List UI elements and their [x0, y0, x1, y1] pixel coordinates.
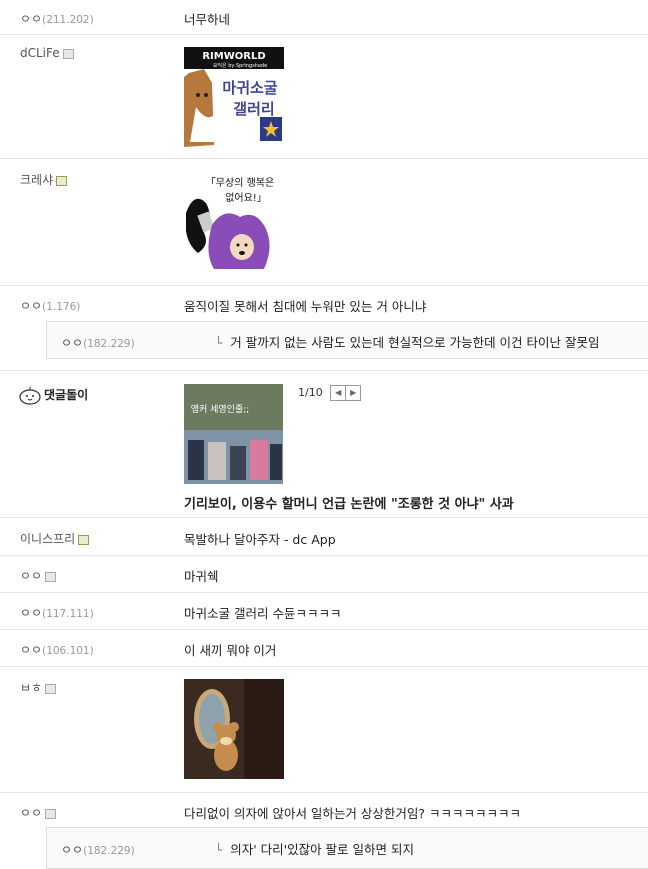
image-caption: RIMWORLD — [202, 51, 265, 62]
comment-row: ㅇㅇ(1.176) 움직이질 못해서 침대에 누워만 있는 거 아니냐 ㅇㅇ(1… — [0, 286, 648, 371]
fixed-nick-icon — [45, 808, 57, 819]
reply-text: └ 의자' 다리'있잖아 팔로 일하면 되지 — [215, 842, 415, 857]
comment-ip: (106.101) — [42, 645, 94, 657]
comment-ip: (211.202) — [42, 14, 94, 26]
fixed-nick-icon — [78, 534, 90, 545]
news-thumbnail[interactable]: 앵커 세영인줄;; — [184, 384, 283, 484]
comment-nick[interactable]: ㅇㅇ(117.111) — [20, 604, 94, 621]
comment-text: 이 새끼 뭐야 이거 — [184, 643, 277, 658]
news-title[interactable]: 기리보이, 이용수 할머니 언급 논란에 "조롱한 것 아냐" 사과 — [184, 493, 514, 512]
comment-nick[interactable]: ㅂㅎ — [20, 679, 57, 696]
comment-row: 이니스프리 목발하나 달아주자 - dc App — [0, 518, 648, 556]
comment-nick[interactable]: ㅇㅇ(211.202) — [20, 10, 94, 27]
comment-text: 마귀쉑 — [184, 569, 219, 584]
reply-nick[interactable]: ㅇㅇ(182.229) — [61, 334, 135, 351]
prev-icon[interactable]: ◀ — [330, 385, 347, 401]
comment-nick[interactable]: ㅇㅇ(106.101) — [20, 641, 94, 658]
comment-nick[interactable]: ㅇㅇ — [20, 567, 57, 584]
reply-box: ㅇㅇ(182.229) └ 거 팔까지 없는 사람도 있는데 현실적으로 가능한데… — [46, 321, 648, 359]
comment-row: ㅇㅇ(106.101) 이 새끼 뭐야 이거 — [0, 630, 648, 667]
reply-box: ㅇㅇ(182.229) └ 의자' 다리'있잖아 팔로 일하면 되지 — [46, 827, 648, 869]
dccon-image[interactable]: 「무상의 행복은 없어요!」 — [184, 173, 284, 273]
fixed-nick-icon — [45, 683, 57, 694]
image-text: 없어요!」 — [225, 191, 267, 204]
fixed-nick-icon — [56, 175, 68, 186]
comment-nick[interactable]: 댓글돌이 — [18, 386, 88, 405]
image-text: 「무상의 행복은 — [206, 177, 274, 189]
comment-nick[interactable]: dCLiFe — [20, 46, 74, 60]
comment-nick[interactable]: ㅇㅇ — [20, 804, 57, 821]
comment-text: 너무하네 — [184, 12, 231, 27]
comment-row: ㅇㅇ(211.202) 너무하네 — [0, 0, 648, 35]
comment-nick[interactable]: 이니스프리 — [20, 530, 90, 547]
comment-row: 크레샤 「무상의 행복은 없어요!」 — [0, 159, 648, 286]
comment-row: dCLiFe RIMWORLD 요익은 by Springshade 마귀소굴 … — [0, 35, 648, 159]
comment-ip: (117.111) — [42, 608, 94, 620]
comment-nick[interactable]: 크레샤 — [20, 171, 68, 188]
bot-icon — [19, 386, 41, 405]
comment-text: 움직이질 못해서 침대에 누워만 있는 거 아니냐 — [184, 299, 427, 314]
comment-row: ㅂㅎ — [0, 667, 648, 793]
comment-text: 마귀소굴 갤러리 수듄ㅋㅋㅋㅋ — [184, 606, 342, 621]
next-icon[interactable]: ▶ — [345, 385, 362, 401]
dccon-image[interactable] — [184, 679, 284, 779]
reply-ip: (182.229) — [83, 338, 135, 350]
pager-count: 1/10 — [298, 386, 323, 399]
reply-nick[interactable]: ㅇㅇ(182.229) — [61, 841, 135, 858]
comment-text: 목발하나 달아주자 - dc App — [184, 532, 336, 547]
reply-ip: (182.229) — [83, 845, 135, 857]
image-sub: 요익은 by Springshade — [213, 62, 267, 69]
comment-text: 다리없이 의자에 앉아서 일하는거 상상한거임? ㅋㅋㅋㅋㅋㅋㅋㅋ — [184, 806, 522, 821]
dccon-image[interactable]: RIMWORLD 요익은 by Springshade 마귀소굴 갤러리 — [184, 47, 284, 147]
reply-text: └ 거 팔까지 없는 사람도 있는데 현실적으로 가능한데 이건 타이난 잘못임 — [215, 335, 600, 350]
comment-ip: (1.176) — [42, 301, 81, 313]
image-text: 갤러리 — [233, 100, 274, 118]
reply-arrow-icon: └ — [215, 843, 223, 857]
comment-row: ㅇㅇ 다리없이 의자에 앉아서 일하는거 상상한거임? ㅋㅋㅋㅋㅋㅋㅋㅋ ㅇㅇ(… — [0, 793, 648, 869]
image-text: 마귀소굴 — [222, 79, 277, 97]
fixed-nick-icon — [62, 48, 74, 59]
news-pager: 1/10 ◀ ▶ — [298, 385, 362, 401]
comment-row: ㅇㅇ 마귀쉑 — [0, 556, 648, 593]
fixed-nick-icon — [45, 571, 57, 582]
reply-arrow-icon: └ — [215, 336, 223, 350]
comment-row: ㅇㅇ(117.111) 마귀소굴 갤러리 수듄ㅋㅋㅋㅋ — [0, 593, 648, 630]
thumbnail-text: 앵커 세영인줄;; — [191, 404, 250, 415]
comment-nick[interactable]: ㅇㅇ(1.176) — [20, 297, 80, 314]
